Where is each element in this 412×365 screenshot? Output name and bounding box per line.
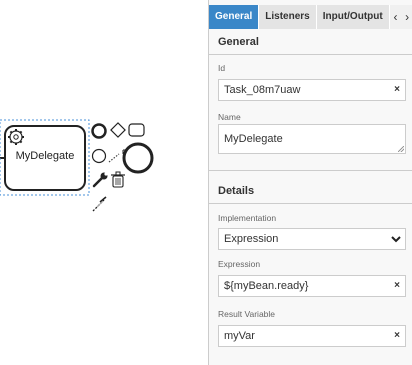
group-divider	[209, 170, 412, 171]
implementation-value: Expression	[224, 233, 279, 245]
group-details-title: Details	[218, 185, 255, 197]
append-end-event-icon[interactable]	[91, 123, 107, 139]
chevron-down-icon	[391, 229, 401, 256]
tab-next-icon[interactable]: ›	[401, 5, 412, 29]
implementation-select[interactable]: Expression	[218, 228, 406, 250]
end-event[interactable]	[122, 142, 154, 174]
group-general-title: General	[218, 36, 259, 48]
append-gateway-icon[interactable]	[110, 122, 126, 138]
result-variable-value: myVar	[224, 330, 255, 342]
clear-icon[interactable]: ×	[394, 326, 400, 346]
properties-panel: General Listeners Input/Output ‹ › Gener…	[208, 0, 412, 365]
clear-icon[interactable]: ×	[394, 276, 400, 296]
group-divider	[209, 54, 412, 55]
name-label: Name	[218, 112, 241, 122]
clear-icon[interactable]: ×	[394, 80, 400, 100]
append-task-icon[interactable]	[128, 123, 145, 137]
trash-icon[interactable]	[111, 171, 125, 188]
group-divider	[209, 203, 412, 204]
append-intermediate-event-icon[interactable]	[91, 148, 107, 164]
tab-prev-icon[interactable]: ‹	[389, 5, 402, 29]
diagram-canvas[interactable]: MyDelegate	[0, 0, 208, 365]
tab-listeners[interactable]: Listeners	[259, 5, 317, 29]
expression-label: Expression	[218, 259, 261, 269]
wrench-icon[interactable]	[92, 172, 108, 188]
tab-general[interactable]: General	[209, 5, 260, 29]
tab-bar: General Listeners Input/Output ‹ ›	[209, 5, 412, 29]
result-variable-field[interactable]: myVar ×	[218, 325, 406, 347]
expression-field[interactable]: ${myBean.ready} ×	[218, 275, 406, 297]
id-value: Task_08m7uaw	[224, 84, 301, 96]
id-field[interactable]: Task_08m7uaw ×	[218, 79, 406, 101]
expression-value: ${myBean.ready}	[224, 280, 309, 292]
result-variable-label: Result Variable	[218, 309, 276, 319]
color-picker-icon[interactable]	[92, 196, 107, 212]
name-field[interactable]: MyDelegate	[218, 124, 406, 154]
id-label: Id	[218, 63, 226, 73]
resize-grip-icon[interactable]	[398, 146, 404, 152]
name-value: MyDelegate	[224, 133, 283, 145]
task-label: MyDelegate	[15, 150, 75, 162]
connect-dotted-line	[108, 153, 120, 163]
implementation-label: Implementation	[218, 213, 277, 223]
tab-input-output[interactable]: Input/Output	[316, 5, 390, 29]
